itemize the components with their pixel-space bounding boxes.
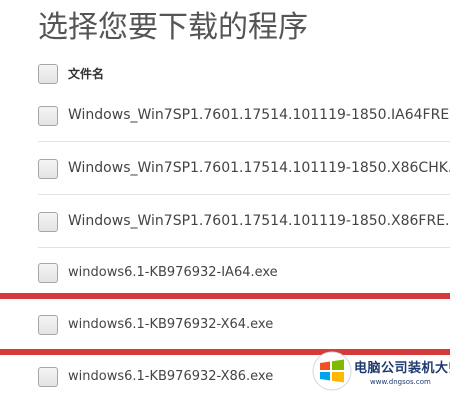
windows-logo-icon [312, 351, 352, 391]
file-row[interactable]: windows6.1-KB976932-IA64.exe [38, 247, 450, 299]
download-page: 选择您要下载的程序 文件名 Windows_Win7SP1.7601.17514… [0, 0, 450, 401]
site-watermark: 电脑公司装机大师 www.dngsos.com [312, 347, 450, 401]
file-checkbox[interactable] [38, 367, 58, 387]
filename-column-header: 文件名 [68, 67, 105, 81]
file-name: Windows_Win7SP1.7601.17514.101119-1850.X… [68, 213, 450, 229]
file-name: Windows_Win7SP1.7601.17514.101119-1850.X… [68, 160, 450, 176]
file-name: windows6.1-KB976932-X86.exe [68, 369, 274, 384]
file-list-header: 文件名 [38, 62, 450, 86]
select-all-checkbox[interactable] [38, 64, 58, 84]
file-row[interactable]: Windows_Win7SP1.7601.17514.101119-1850.I… [38, 90, 450, 142]
file-name: windows6.1-KB976932-IA64.exe [68, 265, 278, 280]
file-checkbox[interactable] [38, 263, 58, 283]
file-row-highlighted[interactable]: windows6.1-KB976932-X64.exe [38, 299, 450, 351]
file-checkbox[interactable] [38, 315, 58, 335]
file-checkbox[interactable] [38, 106, 58, 126]
file-name: Windows_Win7SP1.7601.17514.101119-1850.I… [68, 107, 450, 123]
file-row[interactable]: Windows_Win7SP1.7601.17514.101119-1850.X… [38, 143, 450, 195]
watermark-text: 电脑公司装机大师 [354, 361, 450, 376]
file-checkbox[interactable] [38, 159, 58, 179]
file-checkbox[interactable] [38, 212, 58, 232]
file-row[interactable]: Windows_Win7SP1.7601.17514.101119-1850.X… [38, 196, 450, 248]
file-name: windows6.1-KB976932-X64.exe [68, 317, 274, 332]
page-title: 选择您要下载的程序 [38, 10, 308, 45]
watermark-url: www.dngsos.com [370, 378, 431, 386]
